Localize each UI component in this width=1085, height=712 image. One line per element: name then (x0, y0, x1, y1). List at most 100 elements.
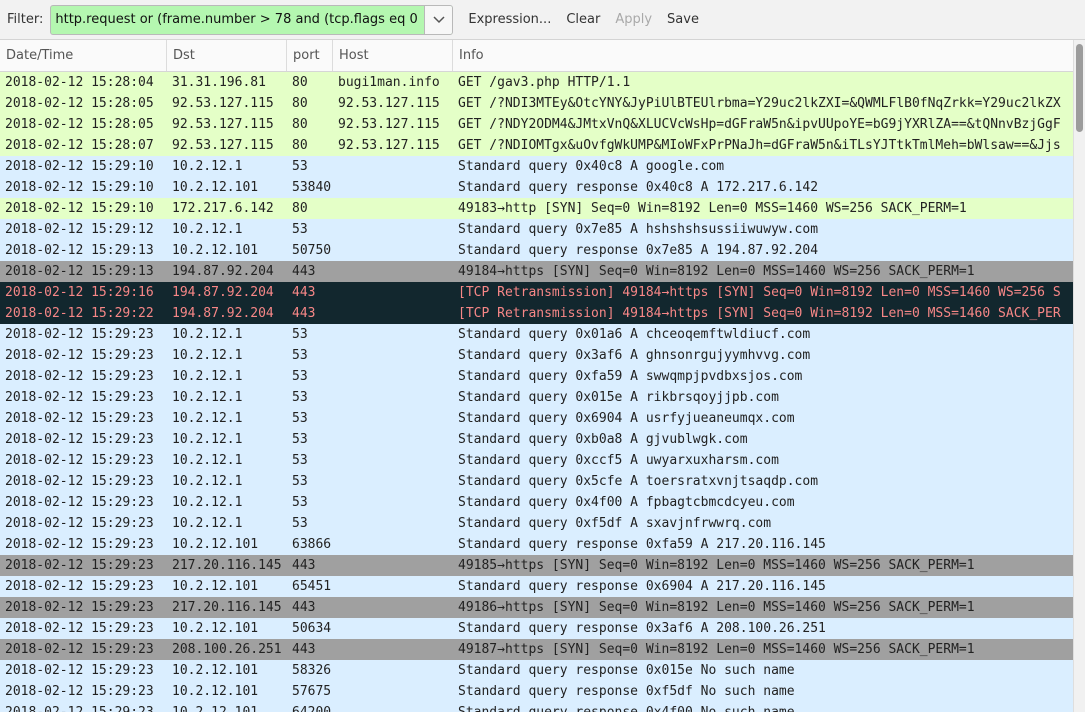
cell-dst: 10.2.12.1 (172, 390, 243, 405)
packet-row[interactable]: 2018-02-12 15:29:23 10.2.12.1 53 Standard q… (0, 387, 1085, 408)
cell-info: Standard query response 0x3af6 A 208.100… (458, 621, 826, 636)
chevron-down-icon (433, 15, 445, 23)
vertical-scrollbar[interactable] (1073, 40, 1085, 712)
packet-row[interactable]: 2018-02-12 15:29:23 10.2.12.1 53 Standard q… (0, 513, 1085, 534)
cell-info: GET /gav3.php HTTP/1.1 (458, 75, 631, 90)
packet-row[interactable]: 2018-02-12 15:29:22 194.87.92.204 443 [TCP … (0, 303, 1085, 324)
cell-dst: 208.100.26.251 (172, 642, 282, 657)
cell-host (333, 534, 453, 555)
packet-row[interactable]: 2018-02-12 15:29:10 10.2.12.101 53840 Stand… (0, 177, 1085, 198)
packet-row[interactable]: 2018-02-12 15:29:23 10.2.12.1 53 Standard q… (0, 429, 1085, 450)
packet-row[interactable]: 2018-02-12 15:28:05 92.53.127.115 80 92.53.… (0, 114, 1085, 135)
packet-row[interactable]: 2018-02-12 15:29:23 208.100.26.251 443 4918… (0, 639, 1085, 660)
packet-list-header: Date/Time Dst port Host Info (0, 40, 1085, 72)
cell-port: 80 (292, 201, 308, 216)
packet-row[interactable]: 2018-02-12 15:29:23 10.2.12.1 53 Standard q… (0, 408, 1085, 429)
filter-history-dropdown[interactable] (424, 5, 453, 34)
cell-datetime: 2018-02-12 15:29:23 (5, 369, 154, 384)
packet-row[interactable]: 2018-02-12 15:29:23 10.2.12.1 53 Standard q… (0, 450, 1085, 471)
cell-datetime: 2018-02-12 15:29:16 (5, 285, 154, 300)
packet-row[interactable]: 2018-02-12 15:29:23 10.2.12.101 50634 Stand… (0, 618, 1085, 639)
cell-dst: 10.2.12.101 (172, 579, 259, 594)
cell-port: 64200 (287, 702, 333, 712)
cell-dst: 92.53.127.115 (172, 138, 274, 153)
cell-info: Standard query response 0x4f00 No such n… (453, 702, 1068, 712)
packet-row[interactable]: 2018-02-12 15:29:10 172.217.6.142 80 49183→… (0, 198, 1085, 219)
cell-port: 53 (292, 390, 308, 405)
cell-port: 53 (292, 432, 308, 447)
cell-info: GET /?NDY2ODM4&JMtxVnQ&XLUCVcWsHp=dGFraW… (458, 117, 1061, 132)
cell-info: Standard query 0x6904 A usrfyjueaneumqx.… (458, 411, 795, 426)
cell-dst: 10.2.12.1 (172, 222, 243, 237)
cell-datetime: 2018-02-12 15:29:23 (5, 474, 154, 489)
expression-button[interactable]: Expression... (468, 12, 551, 27)
cell-datetime: 2018-02-12 15:28:05 (5, 117, 154, 132)
column-header-dst[interactable]: Dst (167, 40, 287, 71)
cell-host (333, 240, 453, 261)
cell-dst: 10.2.12.1 (172, 516, 243, 531)
packet-row[interactable]: 2018-02-12 15:29:12 10.2.12.1 53 Standard q… (0, 219, 1085, 240)
cell-info: Standard query response 0x40c8 A 172.217… (458, 180, 819, 195)
cell-info: Standard query 0x3af6 A ghnsonrgujyymhvv… (458, 348, 811, 363)
packet-row[interactable]: 2018-02-12 15:29:10 10.2.12.1 53 Standard q… (0, 156, 1085, 177)
packet-row[interactable]: 2018-02-12 15:29:13 194.87.92.204 443 49184… (0, 261, 1085, 282)
cell-datetime: 2018-02-12 15:29:23 (5, 621, 154, 636)
packet-row[interactable]: 2018-02-12 15:28:05 92.53.127.115 80 92.53.… (0, 93, 1085, 114)
cell-info: Standard query 0x01a6 A chceoqemftwldiuc… (458, 327, 811, 342)
cell-host (333, 324, 453, 345)
packet-row[interactable]: 2018-02-12 15:28:07 92.53.127.115 80 92.53.… (0, 135, 1085, 156)
cell-dst: 92.53.127.115 (172, 117, 274, 132)
cell-host (333, 303, 453, 324)
cell-info: Standard query response 0x015e No such n… (458, 663, 795, 678)
column-header-info[interactable]: Info (453, 40, 1085, 71)
cell-port: 50750 (292, 243, 332, 258)
packet-row[interactable]: 2018-02-12 15:29:16 194.87.92.204 443 [TCP … (0, 282, 1085, 303)
cell-datetime: 2018-02-12 15:29:23 (5, 600, 154, 615)
cell-host (333, 471, 453, 492)
column-header-host[interactable]: Host (333, 40, 453, 71)
column-header-port[interactable]: port (287, 40, 333, 71)
cell-host (333, 219, 453, 240)
packet-row[interactable]: 2018-02-12 15:29:23 10.2.12.101 63866 Stand… (0, 534, 1085, 555)
cell-host (333, 261, 453, 282)
column-header-datetime[interactable]: Date/Time (0, 40, 167, 71)
cell-host (333, 366, 453, 387)
cell-datetime: 2018-02-12 15:29:13 (5, 264, 154, 279)
cell-datetime: 2018-02-12 15:29:23 (5, 579, 154, 594)
cell-dst: 194.87.92.204 (172, 264, 274, 279)
clear-button[interactable]: Clear (566, 12, 600, 27)
cell-info: 49185→https [SYN] Seq=0 Win=8192 Len=0 M… (458, 558, 975, 573)
cell-port: 63866 (292, 537, 332, 552)
packet-row[interactable]: 2018-02-12 15:28:04 31.31.196.81 80 bugi1ma… (0, 72, 1085, 93)
cell-host (333, 156, 453, 177)
packet-list: Date/Time Dst port Host Info 2018-02-12 … (0, 40, 1085, 712)
cell-datetime: 2018-02-12 15:28:05 (5, 96, 154, 111)
cell-datetime: 2018-02-12 15:29:23 (5, 684, 154, 699)
cell-host (333, 387, 453, 408)
cell-info: Standard query response 0x6904 A 217.20.… (458, 579, 826, 594)
cell-info: [TCP Retransmission] 49184→https [SYN] S… (458, 285, 1061, 300)
cell-datetime: 2018-02-12 15:29:23 (5, 390, 154, 405)
packet-row[interactable]: 2018-02-12 15:29:13 10.2.12.101 50750 Stand… (0, 240, 1085, 261)
apply-button[interactable]: Apply (615, 12, 652, 27)
packet-row[interactable]: 2018-02-12 15:29:23 10.2.12.101 57675 Stand… (0, 681, 1085, 702)
cell-datetime: 2018-02-12 15:29:23 (5, 327, 154, 342)
scrollbar-thumb[interactable] (1076, 44, 1083, 132)
cell-datetime: 2018-02-12 15:29:23 (5, 453, 154, 468)
display-filter-input[interactable] (51, 5, 425, 34)
packet-row[interactable]: 2018-02-12 15:29:23 10.2.12.101 65451 Stand… (0, 576, 1085, 597)
packet-row[interactable]: 2018-02-12 15:29:23 217.20.116.145 443 4918… (0, 597, 1085, 618)
cell-info: Standard query response 0xf5df No such n… (458, 684, 795, 699)
cell-dst: 31.31.196.81 (172, 75, 266, 90)
packet-row[interactable]: 2018-02-12 15:29:23 10.2.12.1 53 Standard q… (0, 471, 1085, 492)
packet-row[interactable]: 2018-02-12 15:29:23 217.20.116.145 443 4918… (0, 555, 1085, 576)
packet-row[interactable]: 2018-02-12 15:29:23 10.2.12.101 58326 Stand… (0, 660, 1085, 681)
cell-port: 53 (292, 327, 308, 342)
save-button[interactable]: Save (667, 12, 699, 27)
packet-row[interactable]: 2018-02-12 15:29:23 10.2.12.1 53 Standard q… (0, 366, 1085, 387)
packet-row[interactable]: 2018-02-12 15:29:2310.2.12.10164200 Stand… (0, 702, 1085, 712)
packet-row[interactable]: 2018-02-12 15:29:23 10.2.12.1 53 Standard q… (0, 324, 1085, 345)
packet-row[interactable]: 2018-02-12 15:29:23 10.2.12.1 53 Standard q… (0, 492, 1085, 513)
packet-row[interactable]: 2018-02-12 15:29:23 10.2.12.1 53 Standard q… (0, 345, 1085, 366)
cell-host (333, 639, 453, 660)
